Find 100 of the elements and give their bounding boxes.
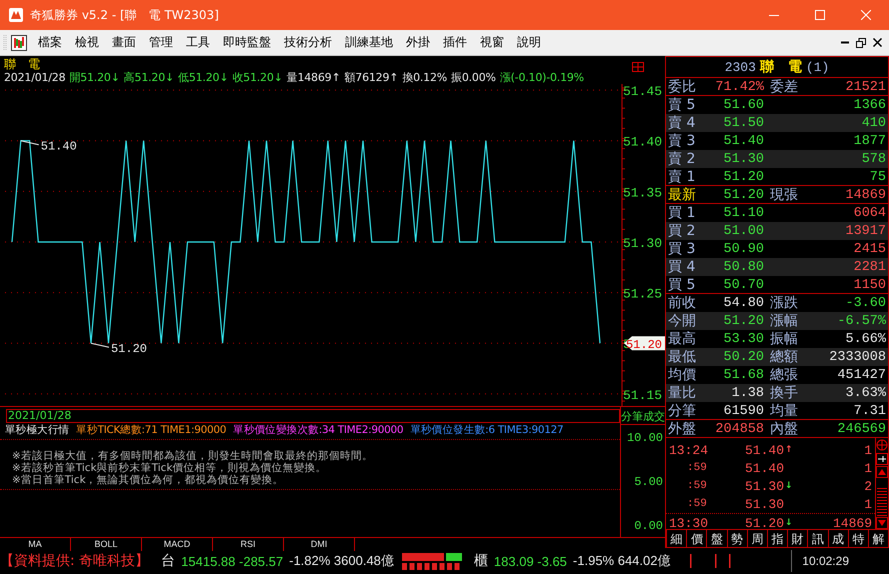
field-label: 前收 bbox=[668, 294, 697, 312]
menu-item[interactable]: 外掛 bbox=[401, 32, 435, 53]
tick-volume: 1 bbox=[863, 442, 872, 458]
arrow-icon: ↓ bbox=[785, 518, 793, 528]
field-value: 21521 bbox=[844, 80, 886, 94]
quote-field: 額76129↑ bbox=[344, 71, 398, 85]
chart-icon bbox=[11, 34, 27, 50]
quote-field: 2021/01/28 bbox=[4, 71, 66, 85]
menu-item[interactable]: 訓練基地 bbox=[340, 32, 398, 53]
tick-price: 51.40 bbox=[745, 460, 784, 476]
close-icon bbox=[861, 10, 871, 20]
axis-label: 51.25 bbox=[622, 286, 662, 302]
scroll-down-button[interactable] bbox=[876, 517, 888, 529]
tick-volume: 1 bbox=[863, 460, 872, 476]
axis-label: 51.35 bbox=[622, 185, 662, 200]
field-value: 61590 bbox=[722, 404, 764, 418]
field-value: 2333008 bbox=[828, 350, 886, 364]
axis-label: 51.30 bbox=[622, 236, 662, 251]
axis-label: 51.15 bbox=[622, 388, 662, 403]
field-value: 13917 bbox=[844, 224, 886, 238]
minimize-icon[interactable] bbox=[841, 41, 849, 44]
field-value: 2415 bbox=[852, 242, 886, 256]
field-value: 51.20 bbox=[722, 170, 764, 184]
data-source: 【資料提供: 奇唯科技】 bbox=[0, 552, 150, 570]
quote-field: 收51.20↓ bbox=[232, 71, 283, 85]
tick-price: 51.20 bbox=[745, 516, 784, 530]
menu-item[interactable]: 畫面 bbox=[107, 32, 141, 53]
field-label: 振幅 bbox=[770, 330, 799, 348]
price-tag: 51.20 bbox=[624, 336, 665, 352]
quote-field: 低51.20↓ bbox=[178, 71, 228, 85]
tick-price: 51.30 bbox=[745, 478, 784, 494]
field-value: 51.40 bbox=[722, 134, 764, 148]
axis-label: 10.00 bbox=[626, 431, 664, 445]
restore-icon[interactable] bbox=[856, 38, 866, 48]
market-name: 台 bbox=[161, 552, 176, 570]
quote-field: 量14869↑ bbox=[286, 71, 340, 85]
field-value: 6064 bbox=[852, 206, 886, 220]
field-value: 2281 bbox=[852, 260, 886, 274]
tick-time: 13:30 bbox=[669, 516, 710, 530]
field-label: 最高 bbox=[668, 330, 697, 348]
menu-item[interactable]: 工具 bbox=[181, 32, 215, 53]
menu-item[interactable]: 檢視 bbox=[70, 32, 104, 53]
price-label: 51.20 bbox=[110, 342, 147, 356]
stat-text: 單秒TICK總數:71 TIME1:90000 bbox=[76, 423, 226, 437]
index-change: 15415.88 -285.57 bbox=[181, 554, 284, 568]
market-name: 櫃 bbox=[474, 552, 488, 570]
field-value: 1150 bbox=[852, 278, 886, 292]
field-label: 買 1 bbox=[668, 204, 696, 222]
field-label: 漲幅 bbox=[770, 312, 799, 330]
field-label: 最新 bbox=[668, 186, 697, 204]
tick-volume: 1 bbox=[863, 496, 872, 512]
field-value: 53.30 bbox=[722, 332, 764, 346]
menu-item[interactable]: 管理 bbox=[144, 32, 178, 53]
note-text: ※當日首筆Tick，無論其價位為何，都視為價位有變換。 bbox=[12, 474, 285, 486]
tick-time: :59 bbox=[686, 462, 708, 474]
scrollbar-thumb[interactable] bbox=[877, 488, 887, 516]
field-label: 分筆 bbox=[668, 402, 697, 420]
stock-name: 聯 電 bbox=[760, 58, 802, 76]
field-value: 75 bbox=[868, 170, 886, 184]
maximize-icon bbox=[815, 10, 825, 20]
menu-item[interactable]: 說明 bbox=[512, 32, 546, 53]
menu-item[interactable]: 視窗 bbox=[475, 32, 509, 53]
index-detail: -1.82% 3600.48億 bbox=[289, 552, 394, 570]
toolbar-grip bbox=[3, 34, 7, 52]
tick-marks-drawing bbox=[690, 554, 730, 568]
app-icon bbox=[8, 7, 24, 23]
menu-item[interactable]: 檔案 bbox=[33, 32, 67, 53]
grid-icon bbox=[632, 62, 644, 72]
menu-item[interactable]: 插件 bbox=[438, 32, 472, 53]
field-label: 賣 3 bbox=[668, 132, 696, 150]
field-value: 246569 bbox=[836, 422, 886, 436]
stat-text: 單秒價位變換次數:34 TIME2:90000 bbox=[233, 423, 404, 437]
field-label: 買 5 bbox=[668, 276, 696, 294]
field-label: 外盤 bbox=[668, 420, 697, 438]
note-text: ※若該秒首筆Tick與前秒末筆Tick價位相等，則視為價位無變換。 bbox=[12, 462, 328, 474]
series-number: (1) bbox=[806, 60, 830, 74]
tick-price: 51.30 bbox=[745, 496, 784, 512]
field-label: 均價 bbox=[668, 366, 697, 384]
window-title: 奇狐勝券 v5.2 - [聯 電 TW2303] bbox=[30, 6, 219, 24]
stock-name: 聯 電 bbox=[4, 57, 40, 71]
field-label: 賣 2 bbox=[668, 150, 696, 168]
field-label: 賣 5 bbox=[668, 96, 696, 114]
quote-field: 振0.00% bbox=[451, 71, 496, 85]
field-label: 內盤 bbox=[770, 420, 799, 438]
market-meter-drawing bbox=[402, 552, 462, 570]
field-value: 14869 bbox=[844, 188, 886, 202]
field-value: 51.20 bbox=[722, 188, 764, 202]
quote-field: 開51.20↓ bbox=[69, 71, 120, 85]
menu-item[interactable]: 即時監盤 bbox=[218, 32, 276, 53]
arrow-icon: ↓ bbox=[785, 481, 793, 491]
field-label: 買 3 bbox=[668, 240, 696, 258]
menu-item[interactable]: 技術分析 bbox=[279, 32, 337, 53]
field-label: 今開 bbox=[668, 312, 697, 330]
close-icon[interactable] bbox=[873, 38, 882, 47]
tick-time: :59 bbox=[686, 480, 708, 492]
scroll-up-button[interactable] bbox=[876, 466, 888, 478]
field-value: 51.50 bbox=[722, 116, 764, 130]
field-value: 204858 bbox=[714, 422, 764, 436]
field-value: 5.66% bbox=[844, 332, 886, 346]
field-value: 578 bbox=[860, 152, 886, 166]
